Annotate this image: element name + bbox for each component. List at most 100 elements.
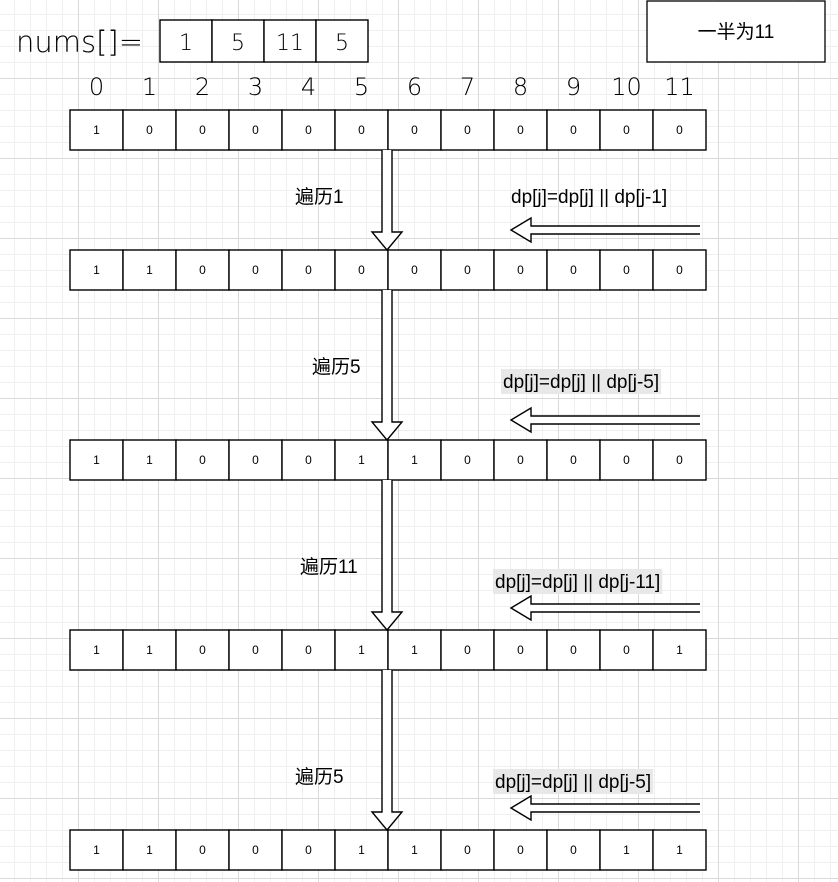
dp-cell-value: 0 <box>358 263 365 277</box>
nums-cell: 1 <box>159 19 213 63</box>
dp-cell-value: 0 <box>570 123 577 137</box>
index-label: 1 <box>142 73 157 101</box>
dp-cell-value: 0 <box>464 643 471 657</box>
dp-cell: 0 <box>281 829 336 871</box>
dp-cell-value: 0 <box>199 643 206 657</box>
dp-cell: 1 <box>599 829 654 871</box>
dp-cell-value: 0 <box>146 123 153 137</box>
dp-cell: 0 <box>546 249 601 291</box>
step-label: 遍历5 <box>312 356 361 378</box>
dp-cell: 1 <box>334 629 389 671</box>
dp-cell: 0 <box>440 629 495 671</box>
dp-cell: 0 <box>652 249 707 291</box>
nums-cell: 5 <box>211 19 265 63</box>
dp-cell-value: 0 <box>676 263 683 277</box>
index-label: 7 <box>460 73 475 101</box>
nums-value: 5 <box>335 31 349 56</box>
dp-cell-value: 1 <box>93 643 100 657</box>
dp-cell-value: 0 <box>199 843 206 857</box>
nums-cell: 11 <box>263 19 317 63</box>
dp-cell-value: 1 <box>358 843 365 857</box>
index-label: 10 <box>611 73 642 101</box>
dp-cell-value: 0 <box>517 643 524 657</box>
down-arrow-icon <box>370 150 404 252</box>
index-label: 4 <box>301 73 316 101</box>
dp-cell-value: 0 <box>305 123 312 137</box>
dp-cell: 0 <box>175 439 230 481</box>
left-arrow-icon <box>509 216 700 244</box>
dp-cell: 0 <box>122 109 177 151</box>
dp-cell: 0 <box>175 109 230 151</box>
down-arrow-icon <box>370 480 404 632</box>
target-label: 一半为11 <box>698 21 775 43</box>
dp-cell: 0 <box>599 249 654 291</box>
step: 遍历5 dp[j]=dp[j] || dp[j-5] <box>295 766 700 822</box>
down-arrow-icon <box>370 670 404 832</box>
dp-cell: 0 <box>546 829 601 871</box>
dp-row: 1 1 0 0 0 1 1 0 0 0 1 1 <box>69 829 707 871</box>
dp-cell-value: 1 <box>411 453 418 467</box>
dp-cell: 0 <box>281 439 336 481</box>
dp-cell-value: 0 <box>305 453 312 467</box>
dp-cell-value: 1 <box>93 123 100 137</box>
dp-cell: 0 <box>493 109 548 151</box>
dp-cell-value: 1 <box>623 843 630 857</box>
dp-cell-value: 0 <box>623 453 630 467</box>
left-arrow-icon <box>509 406 700 434</box>
dp-cell-value: 0 <box>570 263 577 277</box>
index-label: 2 <box>195 73 210 101</box>
dp-cell: 1 <box>122 629 177 671</box>
dp-cell: 0 <box>493 439 548 481</box>
dp-cell-value: 0 <box>623 643 630 657</box>
dp-cell-value: 0 <box>676 453 683 467</box>
dp-cell-value: 0 <box>517 843 524 857</box>
dp-cell: 0 <box>652 109 707 151</box>
step: 遍历1 dp[j]=dp[j] || dp[j-1] <box>295 186 700 244</box>
dp-row: 1 0 0 0 0 0 0 0 0 0 0 0 <box>69 109 707 151</box>
left-arrow-icon <box>509 594 700 622</box>
dp-cell-value: 0 <box>570 843 577 857</box>
step-label: 遍历1 <box>295 186 344 208</box>
dp-cell-value: 0 <box>411 263 418 277</box>
dp-cell: 1 <box>69 629 124 671</box>
index-label: 0 <box>89 73 104 101</box>
dp-row: 1 1 0 0 0 1 1 0 0 0 0 1 <box>69 629 707 671</box>
dp-cell: 0 <box>387 109 442 151</box>
dp-cell: 1 <box>387 829 442 871</box>
formula-text: dp[j]=dp[j] || dp[j-1] <box>511 187 667 208</box>
dp-cell: 0 <box>440 829 495 871</box>
formula: dp[j]=dp[j] || dp[j-1] <box>511 187 667 208</box>
formula: dp[j]=dp[j] || dp[j-11] <box>493 569 663 594</box>
index-label: 11 <box>664 73 695 101</box>
dp-cell: 1 <box>652 629 707 671</box>
dp-cell-value: 0 <box>199 453 206 467</box>
dp-cell-value: 1 <box>411 643 418 657</box>
dp-row: 1 1 0 0 0 1 1 0 0 0 0 0 <box>69 439 707 481</box>
index-label: 3 <box>248 73 263 101</box>
dp-cell: 1 <box>387 629 442 671</box>
dp-cell-value: 0 <box>464 123 471 137</box>
dp-cell: 1 <box>334 439 389 481</box>
dp-cell: 0 <box>546 109 601 151</box>
index-label: 8 <box>513 73 528 101</box>
dp-cell-value: 0 <box>252 843 259 857</box>
dp-cell: 0 <box>175 829 230 871</box>
formula: dp[j]=dp[j] || dp[j-5] <box>501 369 662 394</box>
dp-cell: 0 <box>599 439 654 481</box>
dp-cell-value: 1 <box>93 263 100 277</box>
dp-cell-value: 1 <box>146 843 153 857</box>
dp-cell-value: 0 <box>464 453 471 467</box>
dp-cell-value: 0 <box>517 123 524 137</box>
dp-cell-value: 0 <box>464 843 471 857</box>
dp-cell: 0 <box>228 109 283 151</box>
dp-cell: 0 <box>599 629 654 671</box>
dp-cell: 1 <box>122 829 177 871</box>
dp-cell: 0 <box>440 439 495 481</box>
dp-cell: 1 <box>122 249 177 291</box>
dp-cell: 0 <box>440 109 495 151</box>
dp-cell: 0 <box>493 629 548 671</box>
dp-cell-value: 0 <box>199 263 206 277</box>
dp-cell-value: 0 <box>464 263 471 277</box>
dp-cell: 0 <box>493 249 548 291</box>
dp-cell: 1 <box>69 249 124 291</box>
